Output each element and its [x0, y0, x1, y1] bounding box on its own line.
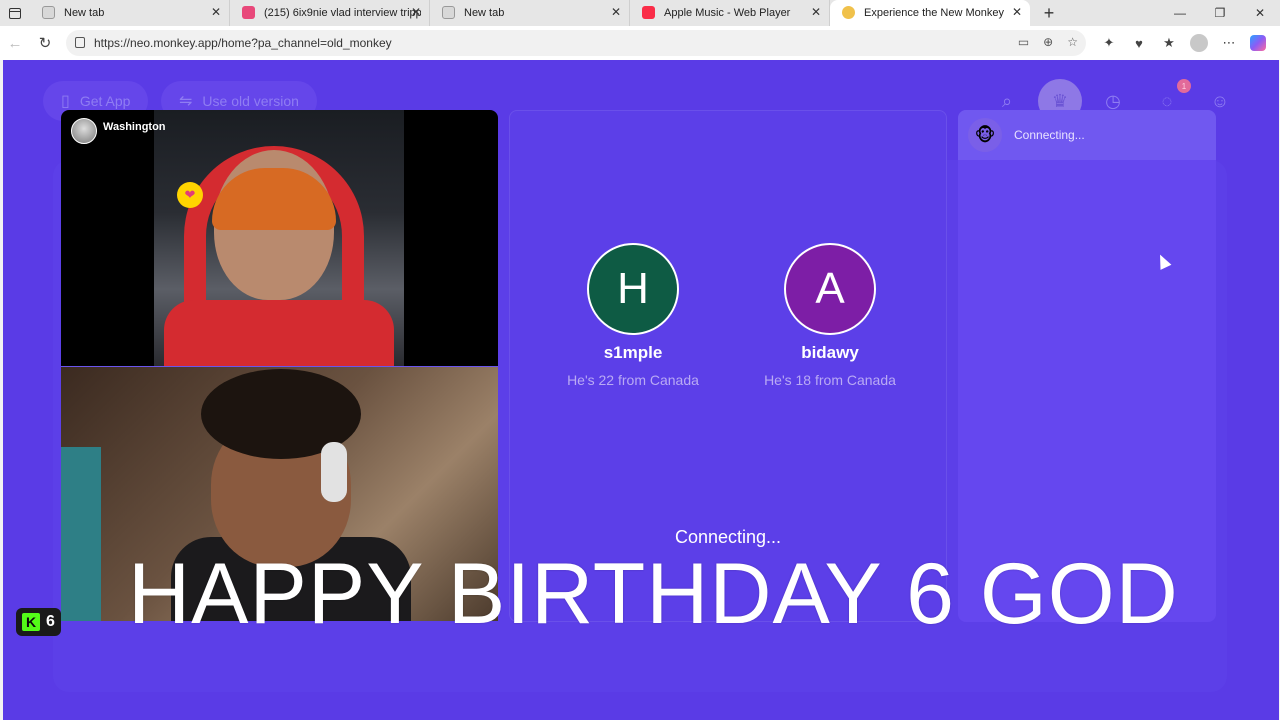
suggested-user-subtitle: He's 22 from Canada [567, 372, 699, 388]
tab-title: New tab [64, 7, 105, 19]
curtain-shape [61, 447, 101, 621]
more-menu-icon[interactable]: ⋯ [1220, 35, 1238, 51]
close-window-icon[interactable]: ✕ [1240, 0, 1280, 26]
shirt-shape [164, 300, 394, 366]
stream-caption: HAPPY BIRTHDAY 6 GOD [128, 546, 1179, 642]
use-old-version-label: Use old version [202, 93, 299, 109]
reload-icon[interactable]: ↻ [30, 28, 60, 58]
back-icon[interactable]: ← [0, 28, 30, 58]
site-info-icon[interactable] [75, 37, 85, 48]
copilot-icon[interactable] [1250, 35, 1266, 51]
suggested-user-card[interactable]: A bidawy He's 18 from Canada [740, 243, 920, 388]
apple-music-favicon-icon [642, 6, 655, 19]
camera-icon[interactable]: ▭ [1018, 35, 1029, 49]
suggested-user-card[interactable]: H s1mple He's 22 from Canada [543, 243, 723, 388]
remote-user-tag: Washington [71, 118, 166, 144]
tab-actions-button[interactable] [0, 0, 30, 26]
viewer-count: 6 [46, 613, 55, 630]
tab-title: Experience the New Monkey [864, 7, 1005, 19]
close-tab-icon[interactable]: ✕ [809, 5, 823, 19]
monkey-icon: 🐵 [968, 118, 1002, 152]
headphones-shape [321, 442, 347, 502]
profile-avatar-icon[interactable] [1190, 34, 1208, 52]
user-initial-avatar: A [784, 243, 876, 335]
monkey-favicon-icon [842, 6, 855, 19]
remote-user-avatar [71, 118, 97, 144]
user-initial-avatar: H [587, 243, 679, 335]
url-text: https://neo.monkey.app/home?pa_channel=o… [94, 36, 392, 50]
browser-address-bar: ← ↻ https://neo.monkey.app/home?pa_chann… [0, 26, 1280, 60]
tab-title: Apple Music - Web Player [664, 7, 791, 19]
browser-tab[interactable]: Apple Music - Web Player ✕ [630, 0, 830, 26]
window-controls: — ❐ ✕ [1160, 0, 1280, 26]
browser-tab[interactable]: New tab ✕ [430, 0, 630, 26]
maximize-icon[interactable]: ❐ [1200, 0, 1240, 26]
browser-tab-bar: New tab ✕ (215) 6ix9nie vlad interview t… [0, 0, 1280, 26]
tab-title: New tab [464, 7, 505, 19]
close-tab-icon[interactable]: ✕ [409, 5, 423, 19]
extensions-icon[interactable]: ✦ [1100, 35, 1118, 51]
get-app-label: Get App [79, 93, 131, 109]
phone-icon: ▯ [61, 93, 70, 110]
kick-logo-icon: K [22, 613, 40, 631]
favorite-star-icon[interactable]: ☆ [1067, 35, 1078, 49]
suggested-user-subtitle: He's 18 from Canada [764, 372, 896, 388]
youtube-favicon-icon [242, 6, 255, 19]
suggested-username: s1mple [603, 343, 663, 362]
browser-toolbar: ✦ ♥ ★ ⋯ [1100, 34, 1266, 52]
zoom-icon[interactable]: ⊕ [1043, 35, 1053, 49]
suggested-username: bidawy [801, 343, 859, 362]
chat-status: Connecting... [1014, 128, 1085, 142]
remote-user-name: Washington [103, 121, 166, 133]
new-tab-favicon-icon [442, 6, 455, 19]
favorites-icon[interactable]: ★ [1160, 35, 1178, 51]
url-field[interactable]: https://neo.monkey.app/home?pa_channel=o… [66, 30, 1086, 56]
browser-tab-active[interactable]: Experience the New Monkey ✕ [830, 0, 1030, 26]
browser-tab[interactable]: New tab ✕ [30, 0, 230, 26]
performance-icon[interactable]: ♥ [1130, 36, 1148, 51]
close-tab-icon[interactable]: ✕ [209, 5, 223, 19]
kick-viewer-badge: K 6 [16, 608, 61, 636]
chat-header: 🐵 Connecting... [958, 110, 1216, 160]
close-tab-icon[interactable]: ✕ [1010, 5, 1024, 19]
minimize-icon[interactable]: — [1160, 0, 1200, 26]
swap-icon: ⇋ [179, 93, 193, 110]
heart-badge-icon[interactable]: ❤ [177, 182, 203, 208]
remote-video [61, 110, 498, 366]
new-tab-button[interactable]: + [1034, 0, 1064, 26]
tab-title: (215) 6ix9nie vlad interview tripp [264, 7, 421, 19]
remote-video-frame [154, 110, 404, 366]
browser-tab[interactable]: (215) 6ix9nie vlad interview tripp ✕ [230, 0, 430, 26]
close-tab-icon[interactable]: ✕ [609, 5, 623, 19]
tab-actions-icon [9, 7, 21, 19]
notification-badge: 1 [1177, 79, 1191, 93]
new-tab-favicon-icon [42, 6, 55, 19]
